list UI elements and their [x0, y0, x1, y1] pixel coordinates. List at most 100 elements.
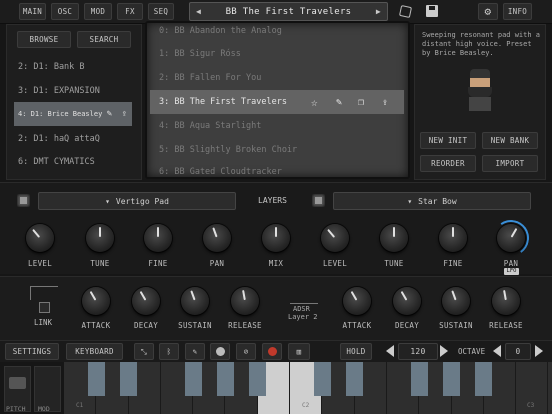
tab-osc[interactable]: OSC — [51, 3, 79, 20]
piano-button[interactable]: ▥ — [288, 343, 310, 360]
layer1-toggle[interactable] — [17, 194, 30, 207]
link-toggle[interactable] — [39, 302, 50, 313]
env1-decay-knob[interactable] — [132, 287, 160, 315]
knob-label: PAN — [209, 259, 225, 268]
black-key[interactable] — [217, 362, 234, 396]
black-key[interactable] — [313, 362, 331, 396]
knob-label: RELEASE — [489, 321, 523, 330]
bank-item-selected[interactable]: 4: D1: Brice Beasley ✎ ⇪ — [14, 102, 132, 126]
black-key[interactable] — [443, 362, 461, 396]
share-icon[interactable]: ⇪ — [382, 97, 388, 108]
layer1-tune-knob[interactable] — [86, 224, 114, 252]
octave-label: OCTAVE — [458, 347, 486, 356]
preset-item-selected[interactable]: 3: BB The First Travelers ☆ ✎ ❐ ⇪ — [150, 90, 404, 114]
hold-button[interactable]: HOLD — [340, 343, 372, 360]
env2-attack-knob[interactable] — [343, 287, 371, 315]
tab-mod[interactable]: MOD — [84, 3, 112, 20]
layer2-pan-knob[interactable] — [497, 224, 525, 252]
tempo-down-button[interactable] — [386, 345, 394, 357]
knob-label: TUNE — [384, 259, 404, 268]
dice-icon[interactable] — [398, 4, 413, 19]
preset-item[interactable]: 5: BB Slightly Broken Choir — [150, 138, 404, 162]
new-init-button[interactable]: NEW INIT — [420, 132, 476, 149]
info-button[interactable]: INFO — [503, 3, 532, 20]
env1-release-knob[interactable] — [231, 287, 259, 315]
tempo-up-button[interactable] — [440, 345, 448, 357]
preset-description: Sweeping resonant pad with a distant hig… — [422, 31, 541, 57]
copy-icon[interactable]: ❐ — [358, 97, 364, 108]
layer2-fine-knob[interactable] — [439, 224, 467, 252]
env2-sustain-knob[interactable] — [442, 287, 470, 315]
env1-sustain-knob[interactable] — [181, 287, 209, 315]
preset-item[interactable]: 0: BB Abandon the Analog — [150, 19, 404, 43]
mod-label: MOD — [38, 405, 50, 413]
pencil-icon: ✎ — [192, 347, 198, 356]
env2-decay-knob[interactable] — [393, 287, 421, 315]
bank-item[interactable]: 6: DMT CYMATICS — [14, 150, 132, 174]
arrows-button[interactable]: ⤡ — [134, 343, 154, 360]
black-key[interactable] — [249, 362, 267, 396]
layer1-pan-knob[interactable] — [203, 224, 231, 252]
layer2-patch-select[interactable]: ▾ Star Bow — [333, 192, 531, 210]
bank-item[interactable]: 3: D1: EXPANSION — [14, 79, 132, 103]
black-key[interactable] — [346, 362, 364, 396]
layers-title: LAYERS — [258, 196, 287, 205]
tab-seq[interactable]: SEQ — [148, 3, 174, 20]
new-bank-button[interactable]: NEW BANK — [482, 132, 538, 149]
edit-icon[interactable]: ✎ — [107, 109, 112, 119]
knob-label: RELEASE — [228, 321, 262, 330]
black-key[interactable] — [475, 362, 493, 396]
octave-down-button[interactable] — [493, 345, 501, 357]
bank-item-label: 4: D1: Brice Beasley — [18, 110, 103, 118]
layer1-level-knob[interactable] — [26, 224, 54, 252]
layer1-patch-select[interactable]: ▾ Vertigo Pad — [38, 192, 236, 210]
tempo-value[interactable]: 120 — [398, 343, 438, 360]
mix-knob[interactable] — [262, 224, 290, 252]
save-icon[interactable] — [426, 5, 438, 17]
bank-item[interactable]: 2: D1: haQ attaQ — [14, 127, 132, 151]
settings-gear-button[interactable]: ⚙ — [478, 3, 498, 20]
octave-up-button[interactable] — [535, 345, 543, 357]
adsr-label: ADSR — [293, 305, 310, 313]
share-icon[interactable]: ⇪ — [122, 109, 127, 119]
env2-release-knob[interactable] — [492, 287, 520, 315]
tab-fx[interactable]: FX — [117, 3, 143, 20]
reorder-button[interactable]: REORDER — [420, 155, 476, 172]
layer2-toggle[interactable] — [312, 194, 325, 207]
black-key[interactable] — [410, 362, 428, 396]
palette-icon — [215, 347, 225, 356]
lfo-badge[interactable]: LFO — [504, 268, 519, 275]
preset-item[interactable]: 4: BB Aqua Starlight — [150, 114, 404, 138]
black-key[interactable] — [184, 362, 202, 396]
settings-button[interactable]: SETTINGS — [5, 343, 59, 360]
author-avatar — [462, 69, 498, 115]
black-key[interactable] — [87, 362, 105, 396]
pencil-button[interactable]: ✎ — [185, 343, 205, 360]
keyboard-button[interactable]: KEYBOARD — [66, 343, 123, 360]
bank-item[interactable]: 2: D1: Bank B — [14, 55, 132, 79]
knob-label: LEVEL — [322, 259, 348, 268]
layer2-level-knob[interactable] — [321, 224, 349, 252]
search-button[interactable]: SEARCH — [77, 31, 131, 48]
env1-attack-knob[interactable] — [82, 287, 110, 315]
browse-button[interactable]: BROWSE — [17, 31, 71, 48]
layer2-tune-knob[interactable] — [380, 224, 408, 252]
layer1-fine-knob[interactable] — [144, 224, 172, 252]
tab-main[interactable]: MAIN — [19, 3, 46, 20]
black-key[interactable] — [120, 362, 138, 396]
preset-item[interactable]: 1: BB Sigur Róss — [150, 42, 404, 66]
knob-label: LEVEL — [27, 259, 53, 268]
record-button[interactable] — [262, 343, 282, 360]
octave-value[interactable]: 0 — [505, 343, 531, 360]
next-preset-button[interactable]: ▶ — [376, 7, 381, 16]
preset-item[interactable]: 2: BB Fallen For You — [150, 66, 404, 90]
stop-button[interactable]: ⊘ — [236, 343, 256, 360]
layer2-env-label: Layer 2 — [288, 313, 318, 321]
import-button[interactable]: IMPORT — [482, 155, 538, 172]
preset-item[interactable]: 6: BB Gated Cloudtracker — [150, 160, 404, 184]
star-icon[interactable]: ☆ — [311, 96, 318, 109]
edit-icon[interactable]: ✎ — [336, 97, 342, 108]
bluetooth-button[interactable]: ᛒ — [159, 343, 179, 360]
prev-preset-button[interactable]: ◀ — [196, 7, 201, 16]
color-button[interactable] — [210, 343, 230, 360]
